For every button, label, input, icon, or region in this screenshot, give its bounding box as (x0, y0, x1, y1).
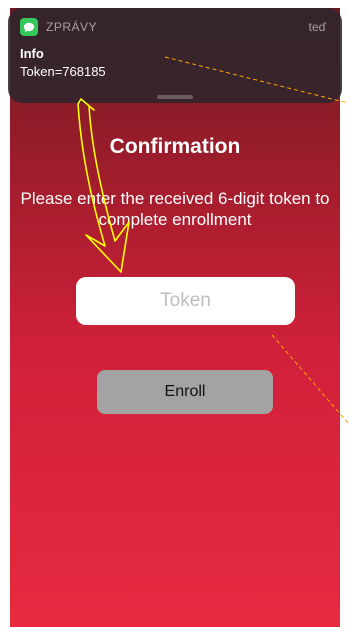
notification-app-name: ZPRÁVY (46, 20, 98, 34)
sms-notification-banner[interactable]: ZPRÁVY teď Info Token=768185 (8, 8, 342, 103)
enroll-button[interactable]: Enroll (97, 370, 273, 414)
notification-time: teď (308, 20, 326, 34)
instructions-text: Please enter the received 6-digit token … (20, 189, 330, 229)
notification-header: ZPRÁVY teď (20, 18, 330, 36)
notification-grabber (157, 95, 193, 99)
notification-title: Info (20, 46, 44, 61)
message-bubble-icon (20, 18, 38, 36)
notification-body: Token=768185 (20, 64, 106, 79)
page-title: Confirmation (109, 135, 241, 158)
token-input[interactable] (76, 277, 295, 325)
